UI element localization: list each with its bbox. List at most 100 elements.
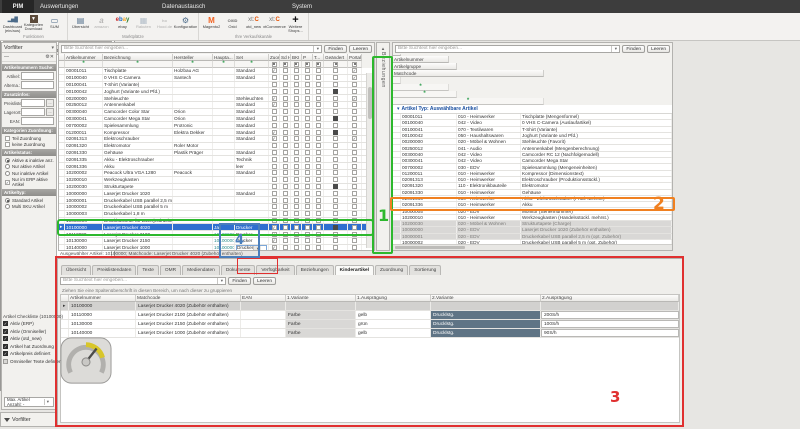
filter-cell[interactable]: * — [393, 84, 449, 91]
filter-cell[interactable] — [280, 61, 291, 68]
checkbox-icon[interactable] — [283, 184, 288, 189]
table-row[interactable]: 00700002SpielesammlungProtronicStandard — [59, 122, 374, 129]
filter-cell[interactable] — [291, 61, 302, 68]
checkbox-icon[interactable] — [283, 170, 288, 175]
checkbox-icon[interactable] — [352, 225, 357, 230]
table-row[interactable]: 001000400 VHS C-CameraSantechStandard✓ — [59, 75, 374, 82]
set-combo-editor[interactable]: Drucker▾ — [236, 245, 267, 250]
tab-sortierung[interactable]: Sortierung — [409, 265, 441, 275]
checkbox-icon[interactable] — [272, 82, 277, 87]
filter-cell[interactable] — [348, 61, 362, 68]
tab-beziehungen[interactable]: Beziehungen — [296, 265, 334, 275]
checkbox-icon[interactable] — [294, 198, 299, 203]
checkbox-icon[interactable] — [316, 89, 321, 94]
checkbox-icon[interactable]: ✓ — [272, 225, 277, 230]
horizontal-scrollbar[interactable] — [393, 244, 672, 250]
checkbox-icon[interactable] — [316, 211, 321, 216]
checkbox-icon[interactable] — [294, 82, 299, 87]
column-header[interactable]: Zuor... — [269, 54, 280, 61]
checkbox-icon[interactable] — [352, 211, 357, 216]
checkbox-icon[interactable] — [305, 225, 310, 230]
table-row[interactable]: 10110000Laserjet Drucker 210010100000Dru… — [59, 231, 374, 238]
checkbox-icon[interactable] — [283, 191, 288, 196]
table-row[interactable]: 00001011TischplatteHolzbau AGStandard✓✓ — [59, 68, 374, 75]
checkbox-icon[interactable] — [272, 218, 277, 223]
checkbox-icon[interactable] — [316, 245, 321, 250]
checkbox-icon[interactable] — [333, 89, 338, 94]
checkbox-icon[interactable] — [294, 211, 299, 216]
sidebar-option[interactable]: ✓Nur im ERP aktive Artikel — [2, 176, 56, 188]
table-row[interactable]: 00100042Joghurt (Variante und Pfd.) — [59, 88, 374, 95]
checkbox-icon[interactable] — [333, 109, 338, 114]
column-header[interactable]: Artikelnummer — [65, 54, 103, 61]
column-header[interactable]: 2.Variante — [431, 295, 541, 302]
checkbox-icon[interactable] — [316, 109, 321, 114]
checkbox-icon[interactable] — [333, 184, 338, 189]
checkbox-icon[interactable]: ✓ — [272, 102, 277, 107]
checkbox-icon[interactable] — [305, 204, 310, 209]
checkbox-icon[interactable] — [283, 102, 288, 107]
checkbox-icon[interactable] — [305, 157, 310, 162]
checkbox-icon[interactable] — [352, 204, 357, 209]
checkbox-icon[interactable] — [272, 164, 277, 169]
checkbox-icon[interactable] — [272, 116, 277, 121]
filter-funnel-icon[interactable]: * — [419, 85, 421, 90]
max-article-count-select[interactable]: Max. Artikel Anzahl: - ▾ — [4, 397, 54, 407]
checkbox-icon[interactable] — [305, 62, 310, 67]
checklist-item[interactable]: ✓Aktiv (ERP) — [3, 320, 112, 328]
checkbox-icon[interactable] — [283, 211, 288, 216]
find-button[interactable]: Finden — [622, 45, 645, 53]
checkbox-icon[interactable] — [352, 232, 357, 237]
checkbox-icon[interactable] — [316, 68, 321, 73]
checkbox-icon[interactable] — [352, 184, 357, 189]
checkbox-icon[interactable] — [272, 89, 277, 94]
checkbox-icon[interactable] — [352, 238, 357, 243]
checkbox-icon[interactable] — [283, 198, 288, 203]
checkbox-icon[interactable] — [333, 68, 338, 73]
table-row[interactable]: 10130000Laserjet Drucker 2150 (Zubehör e… — [61, 320, 679, 329]
chevron-down-icon[interactable]: ▾ — [313, 46, 321, 52]
checkbox-icon[interactable] — [272, 143, 277, 148]
checkbox-icon[interactable] — [316, 75, 321, 80]
column-header[interactable]: Matchcode — [393, 70, 544, 77]
checkbox-icon[interactable] — [333, 96, 338, 101]
filter-funnel-icon[interactable]: * — [82, 62, 84, 67]
checkbox-icon[interactable] — [316, 238, 321, 243]
column-header[interactable]: Sd Hg... — [280, 54, 291, 61]
table-row[interactable]: 10110000Laserjet Drucker 2100 (Zubehör e… — [61, 311, 679, 320]
ribbon-button-magento2[interactable]: MMagento2 — [201, 14, 222, 34]
checkbox-icon[interactable] — [316, 150, 321, 155]
checkbox-icon[interactable] — [333, 191, 338, 196]
table-row[interactable]: 00300040Camcorder Color StarOrionStandar… — [59, 109, 374, 116]
sidebar-option[interactable]: keine Zuordnung — [2, 141, 56, 148]
table-row[interactable]: 02091335Akku - ElektroschrauberTechnik — [59, 156, 374, 163]
checkbox-icon[interactable] — [283, 150, 288, 155]
checkbox-icon[interactable] — [333, 143, 338, 148]
field-input[interactable] — [21, 81, 54, 89]
relations-collapsed-strip[interactable]: ▴ Beziehungen — [376, 42, 390, 251]
ribbon-button-rakuten[interactable]: ▦Rakuten — [133, 14, 154, 34]
checkbox-icon[interactable] — [333, 204, 338, 209]
checkbox-icon[interactable] — [294, 232, 299, 237]
tab-verfügbarkeit[interactable]: Verfügbarkeit — [256, 265, 294, 275]
tab-preislistendaten[interactable]: Preislistendaten — [92, 265, 136, 275]
clear-button[interactable]: Leeren — [349, 45, 372, 53]
ribbon-button-sum[interactable]: ▭SUM — [44, 14, 65, 34]
tab-kinderartikel[interactable]: Kinderartikel — [335, 265, 374, 275]
checkbox-icon[interactable] — [333, 238, 338, 243]
checkbox-icon[interactable] — [272, 150, 277, 155]
checkbox-icon[interactable] — [305, 123, 310, 128]
checkbox-icon[interactable] — [272, 198, 277, 203]
field-input[interactable] — [21, 99, 45, 107]
checkbox-icon[interactable] — [333, 198, 338, 203]
column-header[interactable]: Artikelnummer — [393, 56, 449, 63]
checkbox-icon[interactable] — [283, 204, 288, 209]
checkbox-icon[interactable] — [333, 102, 338, 107]
checkbox-icon[interactable] — [272, 170, 277, 175]
table-row[interactable]: ▸10100000Laserjet Drucker 4020 (Zubehör … — [61, 302, 679, 311]
tab-dokumente[interactable]: Dokumente — [221, 265, 256, 275]
checkbox-icon[interactable] — [272, 177, 277, 182]
checkbox-icon[interactable]: ✓ — [272, 96, 277, 101]
checkbox-icon[interactable] — [272, 157, 277, 162]
checkbox-icon[interactable] — [283, 177, 288, 182]
